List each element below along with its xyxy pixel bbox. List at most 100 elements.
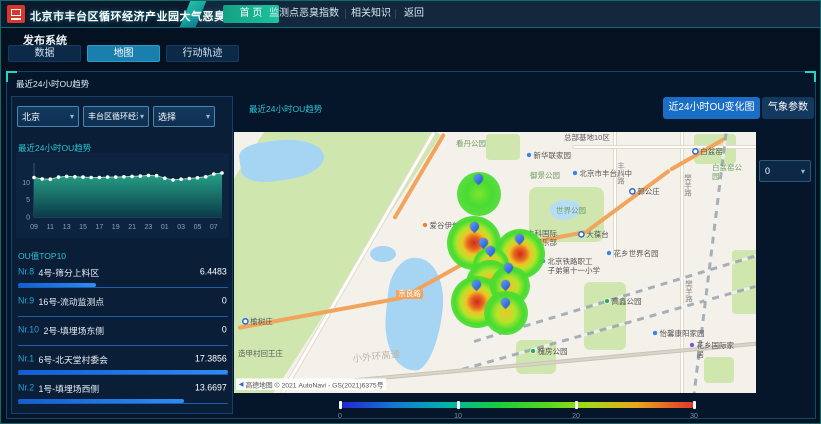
left-sidebar-card: 北京 ▾ 丰台区循环经济产 ▾ 选择 ▾ 最近24小时OU趋势 05100911… [11, 96, 233, 414]
map-label-text: 槐房公园 [538, 348, 568, 357]
top10-row[interactable]: Nr.16号-北天堂村委会17.3856 [18, 350, 228, 379]
top10-site-name: 2号-填埋场东侧 [43, 324, 217, 337]
top10-rank: Nr.2 [18, 383, 34, 393]
top10-rank: Nr.9 [18, 296, 34, 306]
colorbar-tick-label: 20 [572, 413, 580, 421]
top10-value: 0 [222, 325, 227, 335]
trend-chart-card: 0510091113151719212301030507 [16, 153, 229, 238]
map-label-text: 高鑫公园 [612, 298, 642, 307]
top10-value: 13.6697 [195, 383, 227, 393]
map-park-area [584, 282, 626, 350]
nav-odor-index[interactable]: 监测点恶臭指数 [265, 5, 343, 23]
ou-trend-area-chart: 0510091113151719212301030507 [16, 153, 229, 243]
map-label: 花乡世界名园 [606, 250, 659, 259]
svg-text:15: 15 [79, 224, 87, 231]
top10-bar-track [18, 345, 228, 346]
map-label-text: 小外环高速 [352, 349, 401, 365]
colorbar-tick-label: 0 [338, 413, 342, 421]
metro-station-icon [629, 188, 636, 195]
tab-data[interactable]: 数据 [8, 45, 81, 62]
top10-bar-track [18, 287, 228, 288]
poi-icon [604, 298, 610, 304]
tab-trajectory[interactable]: 行动轨迹 [166, 45, 239, 62]
app-logo-icon [7, 5, 25, 23]
top10-row-text: Nr.84号-筛分上料区6.4483 [18, 263, 227, 279]
top10-row-text: Nr.2 1号-填埋场西侧 13.6697 [18, 379, 227, 395]
poi-icon [606, 250, 612, 256]
nav-separator [345, 9, 346, 19]
map-water-area [370, 246, 396, 262]
svg-text:07: 07 [210, 224, 218, 231]
map-label: 樊羊路 [683, 280, 692, 303]
nav-back[interactable]: 返回 [399, 5, 429, 23]
top10-row[interactable]: Nr.84号-筛分上料区6.4483 [18, 263, 228, 292]
map-road [572, 145, 756, 149]
map-label: 槐房公园 [530, 348, 568, 357]
svg-text:11: 11 [47, 224, 54, 231]
region-select[interactable]: 北京 ▾ [17, 106, 79, 127]
tab-map[interactable]: 地图 [87, 45, 160, 62]
map-label-text: 北京铁路职工 子弟第十一小学 [548, 258, 601, 275]
map-road [613, 132, 617, 258]
top10-bar-track [18, 403, 228, 404]
svg-text:0: 0 [26, 215, 30, 222]
colorbar-tick-label: 10 [454, 413, 462, 421]
colorbar-tick [457, 401, 460, 409]
top10-site-name: 16号-流动监测点 [39, 295, 218, 308]
map-layer-select[interactable]: 0 ▾ [759, 160, 811, 182]
park-select[interactable]: 丰台区循环经济产 ▾ [83, 106, 149, 127]
map-label: 樊羊路 [682, 174, 691, 197]
poi-icon [652, 330, 658, 336]
svg-text:09: 09 [30, 224, 38, 231]
top10-rank: Nr.1 [18, 354, 34, 364]
chevron-down-icon: ▾ [140, 112, 144, 121]
map-label: 高鑫公园 [604, 298, 642, 307]
colorbar: 0102030 [340, 402, 694, 422]
map-label: 新华联家园 [526, 152, 571, 161]
map-label: 郭公庄 [629, 188, 660, 197]
chevron-down-icon: ▾ [70, 112, 74, 121]
site-select-value: 选择 [158, 110, 176, 123]
map-label-text: 造甲村回王庄 [238, 350, 283, 359]
top10-row[interactable]: Nr.9 16号-流动监测点 0 [18, 292, 228, 321]
top10-row[interactable]: Nr.10 2号-填埋场东侧 0 [18, 321, 228, 350]
top10-bar-fill [18, 399, 184, 403]
top10-site-name: 6号-北天堂村委会 [39, 353, 191, 366]
map-layer-select-value: 0 [765, 166, 770, 176]
top10-value: 0 [222, 296, 227, 306]
poi-icon [530, 348, 536, 354]
top10-bar-track [18, 374, 228, 375]
colorbar-tick [575, 401, 578, 409]
top10-bar-fill [18, 283, 96, 287]
svg-text:05: 05 [194, 224, 202, 231]
weather-params-button[interactable]: 气象参数 [762, 97, 814, 119]
app-root: 北京市丰台区循环经济产业园大气恶臭状况实时 首 页 监测点恶臭指数 相关知识 返… [0, 0, 821, 424]
map-label-text: 樊羊路 [683, 280, 691, 303]
map-label: 北京铁路职工 子弟第十一小学 [540, 258, 600, 275]
map-label: 造甲村回王庄 [238, 350, 283, 359]
map-label: 世界公园 [556, 207, 586, 216]
nav-separator [395, 9, 396, 19]
map-section-title: 最近24小时OU趋势 [249, 102, 322, 115]
top10-section-label: OU值TOP10 [18, 249, 66, 262]
site-select[interactable]: 选择 ▾ [153, 106, 215, 127]
map-label: 小外环高速 [352, 349, 401, 365]
svg-text:23: 23 [145, 224, 153, 231]
top10-site-name: 1号-填埋场西侧 [39, 382, 191, 395]
metro-station-icon [692, 148, 699, 155]
map-canvas[interactable]: ◀ 高德地图 © 2021 AutoNavi - GS(2021)6375号 看… [234, 132, 756, 393]
map-label-text: 世界公园 [556, 207, 586, 216]
map-label-text: 北京市丰台八中 [580, 170, 633, 179]
map-label-text: 怡馨康阳家园 [660, 330, 705, 339]
top10-row-text: Nr.9 16号-流动监测点 0 [18, 292, 227, 308]
nav-knowledge[interactable]: 相关知识 [349, 5, 393, 23]
svg-text:01: 01 [161, 224, 169, 231]
top10-row[interactable]: Nr.2 1号-填埋场西侧 13.6697 [18, 379, 228, 408]
map-park-area [704, 357, 734, 383]
top10-rank: Nr.10 [18, 325, 39, 335]
ou-change-map-button[interactable]: 近24小时OU变化图 [663, 97, 760, 119]
chevron-down-icon: ▾ [206, 112, 210, 121]
map-label-text: 郭公庄 [637, 188, 660, 197]
top10-bar-track [18, 316, 228, 317]
poi-icon [689, 342, 695, 348]
